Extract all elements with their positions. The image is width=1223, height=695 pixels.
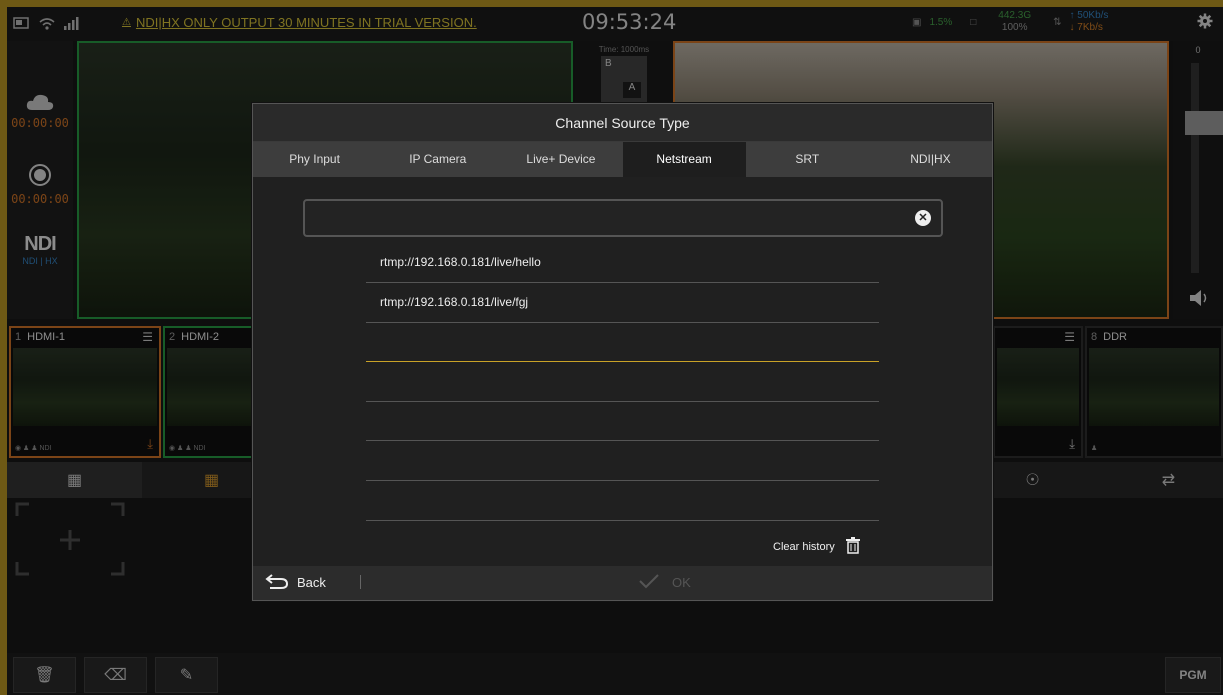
source-type-tabs: Phy Input IP Camera Live+ Device Netstre… <box>253 142 992 177</box>
clear-history-button[interactable]: Clear history <box>773 536 861 557</box>
back-button[interactable]: Back <box>265 573 326 592</box>
history-item[interactable] <box>366 322 879 362</box>
dialog-footer: Back OK <box>253 566 992 600</box>
tab-srt[interactable]: SRT <box>746 142 869 177</box>
dialog-title: Channel Source Type <box>253 104 992 142</box>
history-item[interactable]: rtmp://192.168.0.181/live/fgj <box>366 283 879 323</box>
back-arrow-icon <box>265 573 289 592</box>
ok-button[interactable]: OK <box>638 573 691 592</box>
url-input[interactable] <box>315 207 895 229</box>
clear-input-icon[interactable]: ✕ <box>915 210 931 226</box>
history-item[interactable]: rtmp://192.168.0.181/live/hello <box>366 243 879 283</box>
footer-divider <box>360 575 361 589</box>
trash-icon <box>845 536 861 557</box>
history-item[interactable] <box>366 441 879 481</box>
channel-source-dialog: Channel Source Type Phy Input IP Camera … <box>252 103 993 601</box>
tab-netstream[interactable]: Netstream <box>622 142 746 177</box>
clear-history-label: Clear history <box>773 540 835 553</box>
check-icon <box>638 573 660 592</box>
url-field[interactable]: ✕ <box>303 199 943 237</box>
tab-live-device[interactable]: Live+ Device <box>499 142 622 177</box>
ok-label: OK <box>672 575 691 590</box>
back-label: Back <box>297 575 326 590</box>
history-item[interactable] <box>366 401 879 441</box>
tab-ip-camera[interactable]: IP Camera <box>376 142 499 177</box>
tab-ndi-hx[interactable]: NDI|HX <box>869 142 992 177</box>
tab-phy-input[interactable]: Phy Input <box>253 142 376 177</box>
history-item[interactable] <box>366 481 879 521</box>
history-item[interactable] <box>366 362 879 402</box>
